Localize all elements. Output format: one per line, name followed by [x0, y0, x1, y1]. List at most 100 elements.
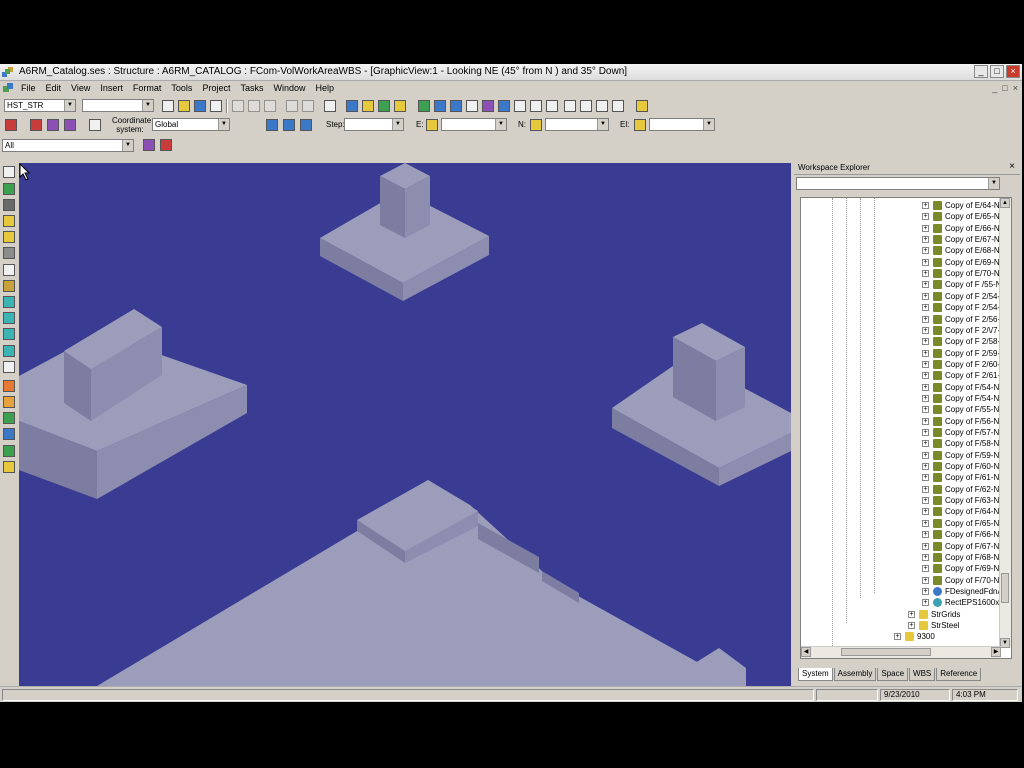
dropdown-arrow-icon[interactable]: ▼	[122, 140, 133, 151]
delete-icon[interactable]	[264, 100, 276, 112]
permission-group-combo[interactable]: HST_STR ▼	[4, 99, 76, 112]
graphic-view[interactable]	[19, 163, 791, 686]
zoom-area-icon[interactable]	[580, 100, 592, 112]
menu-file[interactable]: File	[16, 82, 41, 94]
tree-item[interactable]: +Copy of F 2/54-NF-F1-P1 011	[801, 302, 1011, 313]
expand-toggle-icon[interactable]: +	[922, 474, 929, 482]
step-combo[interactable]: ▼	[344, 118, 404, 131]
lock-elevation-icon[interactable]	[634, 119, 646, 131]
select-arrow-icon[interactable]	[3, 166, 15, 178]
scroll-up-icon[interactable]: ▲	[1000, 198, 1010, 208]
expand-toggle-icon[interactable]: +	[922, 360, 929, 368]
help-icon[interactable]	[636, 100, 648, 112]
pencil-icon[interactable]	[394, 100, 406, 112]
tree-vertical-scrollbar[interactable]: ▲ ▼	[999, 198, 1011, 648]
dropdown-arrow-icon[interactable]: ▼	[218, 119, 229, 130]
filter-properties-icon[interactable]	[143, 139, 155, 151]
dropdown-arrow-icon[interactable]: ▼	[597, 119, 608, 130]
tree-item[interactable]: +Copy of E/65-NF-F3-P2 0003	[801, 211, 1011, 222]
filter-new-icon[interactable]	[160, 139, 172, 151]
tree-item[interactable]: +RectEPS1600x1000x30-1-020	[801, 597, 1011, 608]
dropdown-arrow-icon[interactable]: ▼	[142, 100, 153, 111]
expand-toggle-icon[interactable]: +	[922, 519, 929, 527]
menu-edit[interactable]: Edit	[41, 82, 67, 94]
expand-toggle-icon[interactable]: +	[922, 224, 929, 232]
save-view-icon[interactable]	[89, 119, 101, 131]
tree-item[interactable]: +Copy of F/55-NF-F3-P3 0106	[801, 404, 1011, 415]
filter-icon[interactable]	[450, 100, 462, 112]
place-assembly-icon[interactable]	[3, 428, 15, 440]
expand-toggle-icon[interactable]: +	[922, 258, 929, 266]
place-equipment-icon[interactable]	[3, 312, 15, 324]
menu-insert[interactable]: Insert	[95, 82, 128, 94]
footing-bottom-slab[interactable]	[97, 480, 746, 686]
maximize-button[interactable]: □	[990, 65, 1004, 78]
locate-filter-combo[interactable]: All ▼	[2, 139, 134, 152]
fit-icon[interactable]	[596, 100, 608, 112]
cancel-icon[interactable]	[5, 119, 17, 131]
multi-select-icon[interactable]	[47, 119, 59, 131]
close-button[interactable]: ×	[1006, 65, 1020, 78]
tree-item[interactable]: +Copy of F/54-NF-F3-P3 0109	[801, 382, 1011, 393]
dropdown-arrow-icon[interactable]: ▼	[392, 119, 403, 130]
expand-toggle-icon[interactable]: +	[922, 497, 929, 505]
tree-item[interactable]: +Copy of F/58-NF-F3-P3 0104	[801, 438, 1011, 449]
expand-toggle-icon[interactable]: +	[922, 304, 929, 312]
tab-assembly[interactable]: Assembly	[833, 668, 877, 681]
menu-window[interactable]: Window	[268, 82, 310, 94]
tree-item[interactable]: +Copy of E/64-NF-F3-P2 0003	[801, 200, 1011, 211]
expand-toggle-icon[interactable]: +	[922, 270, 929, 278]
inspect-icon[interactable]	[378, 100, 390, 112]
tab-wbs[interactable]: WBS	[909, 668, 936, 681]
tree-item[interactable]: +Copy of F/63-NF-F4-P2 0104	[801, 495, 1011, 506]
lock-east-icon[interactable]	[426, 119, 438, 131]
dropdown-arrow-icon[interactable]: ▼	[703, 119, 714, 130]
workspace-icon[interactable]	[514, 100, 526, 112]
doc-restore-button[interactable]: □	[1002, 83, 1007, 93]
tree-item[interactable]: +Copy of F/65-NF-F2-P2 0001	[801, 518, 1011, 529]
flag-icon[interactable]	[498, 100, 510, 112]
place-trim-icon[interactable]	[3, 461, 15, 473]
select-icon[interactable]	[346, 100, 358, 112]
open-folder-icon[interactable]	[178, 100, 190, 112]
tab-reference[interactable]: Reference	[936, 668, 982, 681]
expand-toggle-icon[interactable]: +	[922, 463, 929, 471]
copy-icon[interactable]	[248, 100, 260, 112]
expand-toggle-icon[interactable]: +	[922, 451, 929, 459]
refresh-icon[interactable]	[418, 100, 430, 112]
place-grid-icon[interactable]	[3, 199, 15, 211]
explorer-combo[interactable]: ▼	[796, 177, 1000, 190]
tree-item[interactable]: +Copy of F 2/58-NF-F1-P1 011	[801, 336, 1011, 347]
elevation-combo[interactable]: ▼	[649, 118, 715, 131]
expand-toggle-icon[interactable]: +	[922, 531, 929, 539]
expand-toggle-icon[interactable]: +	[922, 565, 929, 573]
tree-item[interactable]: +Copy of F /55-NF-F1-P1 0116	[801, 279, 1011, 290]
place-stair-icon[interactable]	[3, 396, 15, 408]
coordinate-system-combo[interactable]: Global ▼	[152, 118, 230, 131]
tree-item[interactable]: +Copy of F/54-NF-F3-P3 0109	[801, 393, 1011, 404]
expand-toggle-icon[interactable]: +	[922, 383, 929, 391]
tree-item[interactable]: + StrSteel	[801, 620, 1001, 631]
expand-toggle-icon[interactable]: +	[922, 599, 929, 607]
scroll-right-icon[interactable]: ▶	[991, 647, 1001, 657]
menu-tools[interactable]: Tools	[166, 82, 197, 94]
new-file-icon[interactable]	[162, 100, 174, 112]
expand-toggle-icon[interactable]: +	[922, 587, 929, 595]
expand-toggle-icon[interactable]: +	[908, 610, 915, 618]
properties-icon[interactable]	[466, 100, 478, 112]
save-icon[interactable]	[194, 100, 206, 112]
place-brace-icon[interactable]	[3, 247, 15, 259]
relative-icon[interactable]	[283, 119, 295, 131]
expand-toggle-icon[interactable]: +	[922, 576, 929, 584]
tree-item[interactable]: +Copy of F 2/\/7-NF-F1-P1 011	[801, 325, 1011, 336]
tree-item[interactable]: +Copy of F/70-NF-F2-P2 0001	[801, 575, 1011, 586]
minimize-button[interactable]: _	[974, 65, 988, 78]
second-combo[interactable]: ▼	[82, 99, 154, 112]
scroll-down-icon[interactable]: ▼	[1000, 638, 1010, 648]
expand-toggle-icon[interactable]: +	[922, 326, 929, 334]
expand-toggle-icon[interactable]: +	[922, 236, 929, 244]
move-icon[interactable]	[286, 100, 298, 112]
tree-item[interactable]: +Copy of F/61-NF-F3-P3 0101	[801, 472, 1011, 483]
menu-format[interactable]: Format	[128, 82, 167, 94]
expand-toggle-icon[interactable]: +	[922, 372, 929, 380]
